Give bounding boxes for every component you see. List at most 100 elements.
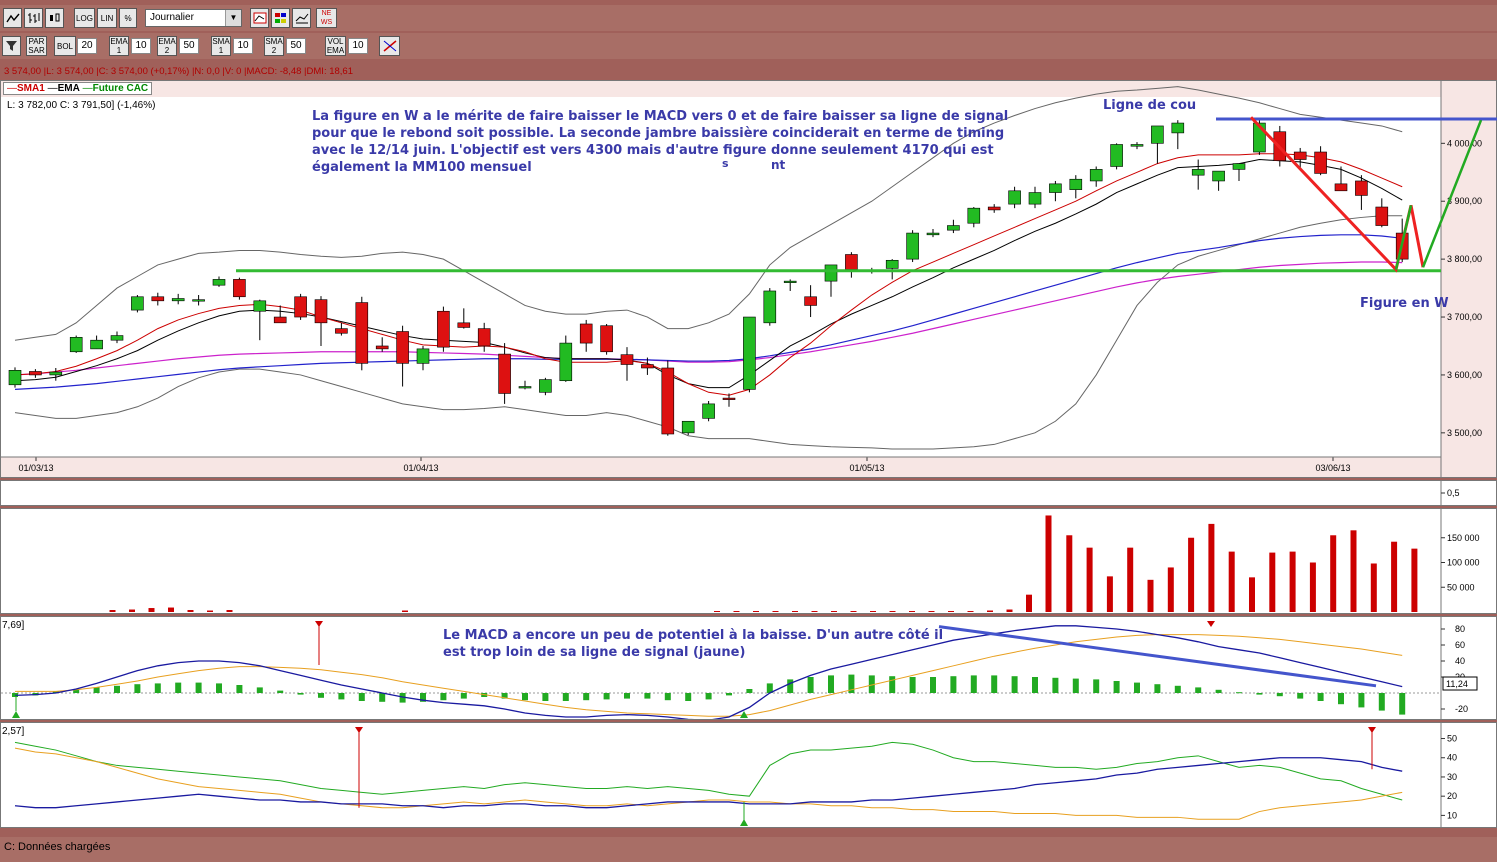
ema1-period-input[interactable]: 10	[131, 38, 151, 54]
volume-chart: 50 000 100 000 150 000	[109, 509, 1480, 613]
volume-bar	[928, 611, 935, 612]
macd-histogram-bar	[522, 693, 528, 701]
macd-histogram-bar	[562, 693, 569, 701]
macd-histogram-bar	[889, 676, 896, 693]
dmi-tick-label: 50	[1447, 734, 1457, 744]
macd-histogram-bar	[583, 693, 590, 701]
buy-signal-marker	[12, 711, 20, 718]
y-tick-label: 3 500,00	[1447, 428, 1482, 438]
candle-body	[1375, 206, 1389, 226]
candle-body	[1191, 169, 1205, 176]
x-tick-label: 01/05/13	[849, 463, 884, 473]
macd-histogram-bar	[114, 685, 120, 693]
drawing-tool-button[interactable]	[379, 36, 400, 56]
log-scale-button[interactable]: LOG	[74, 8, 95, 28]
volume-bar	[207, 610, 213, 612]
bollinger-button[interactable]: BOL	[54, 36, 76, 56]
parabolic-sar-button[interactable]: PAR SAR	[26, 36, 47, 56]
volume-ema-period-input[interactable]: 10	[348, 38, 368, 54]
volume-tick-label: 50 000	[1447, 582, 1475, 592]
volume-bar	[733, 611, 740, 612]
lin-scale-button[interactable]: LIN	[97, 8, 117, 28]
macd-histogram-bar	[909, 677, 916, 693]
line-chart-button[interactable]	[3, 8, 22, 28]
macd-histogram-bar	[1399, 693, 1406, 715]
volume-ema-button[interactable]: VOL EMA	[325, 36, 346, 56]
chart-settings-button[interactable]	[250, 8, 269, 28]
volume-bar	[909, 611, 915, 612]
volume-bar	[1249, 577, 1255, 612]
volume-bar	[948, 611, 954, 612]
volume-bar	[1066, 535, 1073, 612]
volume-bar	[792, 611, 798, 612]
macd-histogram-bar	[277, 690, 284, 693]
macd-histogram-bar	[705, 693, 712, 700]
sell-signal-marker	[1207, 621, 1215, 627]
candle-body	[1212, 170, 1225, 182]
candle-body	[212, 279, 226, 286]
macd-histogram-bar	[1134, 682, 1140, 693]
macd-histogram-bar	[1174, 685, 1181, 693]
bollinger-period-input[interactable]: 20	[77, 38, 97, 54]
sma2-button[interactable]: SMA 2	[264, 36, 284, 56]
macd-current-value: 11,24	[1446, 679, 1468, 689]
macd-histogram-bar	[195, 682, 202, 693]
y-tick-label: 4 000,00	[1447, 138, 1482, 148]
macd-histogram-bar	[379, 693, 386, 702]
macd-histogram-bar	[950, 676, 957, 693]
dmi-tick-label: 10	[1447, 810, 1457, 820]
macd-histogram-bar	[1072, 678, 1079, 693]
period-select-value: Journalier	[150, 12, 194, 23]
volume-bar	[1045, 515, 1052, 612]
candle-body	[477, 328, 491, 347]
ema2-period-input[interactable]: 50	[179, 38, 199, 54]
ema1-button[interactable]: EMA 1	[109, 36, 129, 56]
color-settings-button[interactable]	[271, 8, 290, 28]
news-icon[interactable]: NE WS	[316, 8, 337, 28]
volume-bar	[187, 610, 194, 612]
candle-body	[702, 403, 715, 419]
candle-body	[926, 232, 940, 236]
dmi-minus-line	[14, 747, 1403, 820]
period-select[interactable]: Journalier ▼	[145, 9, 242, 27]
volume-bar	[1006, 609, 1013, 612]
macd-histogram-bar	[685, 693, 692, 701]
dmi-buy-marker	[740, 819, 748, 826]
stray-s-label: s	[722, 157, 729, 170]
candle-body	[620, 354, 634, 365]
candle-body	[1028, 192, 1042, 205]
candle-body	[906, 232, 919, 260]
candle-body	[641, 364, 654, 369]
volume-bar	[1269, 552, 1276, 612]
sma2-period-input[interactable]: 50	[286, 38, 306, 54]
candle-body	[743, 316, 756, 390]
candle-body	[1008, 190, 1021, 205]
macd-histogram-bar	[603, 693, 610, 700]
volume-bar	[889, 611, 896, 612]
sma1-period-input[interactable]: 10	[233, 38, 253, 54]
candle-body	[1110, 144, 1123, 167]
commentary-line-4: également la MM100 mensuel	[312, 160, 532, 175]
candle-body	[233, 279, 246, 298]
info-line: 3 574,00 |L: 3 574,00 |C: 3 574,00 (+0,1…	[4, 66, 353, 77]
ema2-button[interactable]: EMA 2	[157, 36, 177, 56]
candle-body	[110, 335, 124, 341]
volume-bar	[129, 609, 135, 612]
volume-bar	[772, 611, 779, 612]
volume-bar	[1106, 576, 1113, 612]
filter-icon[interactable]	[2, 36, 21, 56]
candle-body	[151, 296, 165, 302]
volume-bar	[402, 610, 408, 612]
sma1-button[interactable]: SMA 1	[211, 36, 231, 56]
macd-histogram-bar	[1236, 692, 1242, 694]
macd-histogram-bar	[664, 693, 671, 701]
macd-histogram-bar	[216, 683, 222, 693]
percent-scale-button[interactable]: %	[119, 8, 137, 28]
candle-chart-button[interactable]	[45, 8, 64, 28]
compare-chart-button[interactable]	[292, 8, 311, 28]
volume-bar	[1309, 562, 1316, 612]
macd-histogram-bar	[787, 679, 794, 693]
dmi-tick-label: 20	[1447, 791, 1457, 801]
chevron-down-icon[interactable]: ▼	[225, 10, 241, 26]
bar-chart-button[interactable]	[24, 8, 43, 28]
